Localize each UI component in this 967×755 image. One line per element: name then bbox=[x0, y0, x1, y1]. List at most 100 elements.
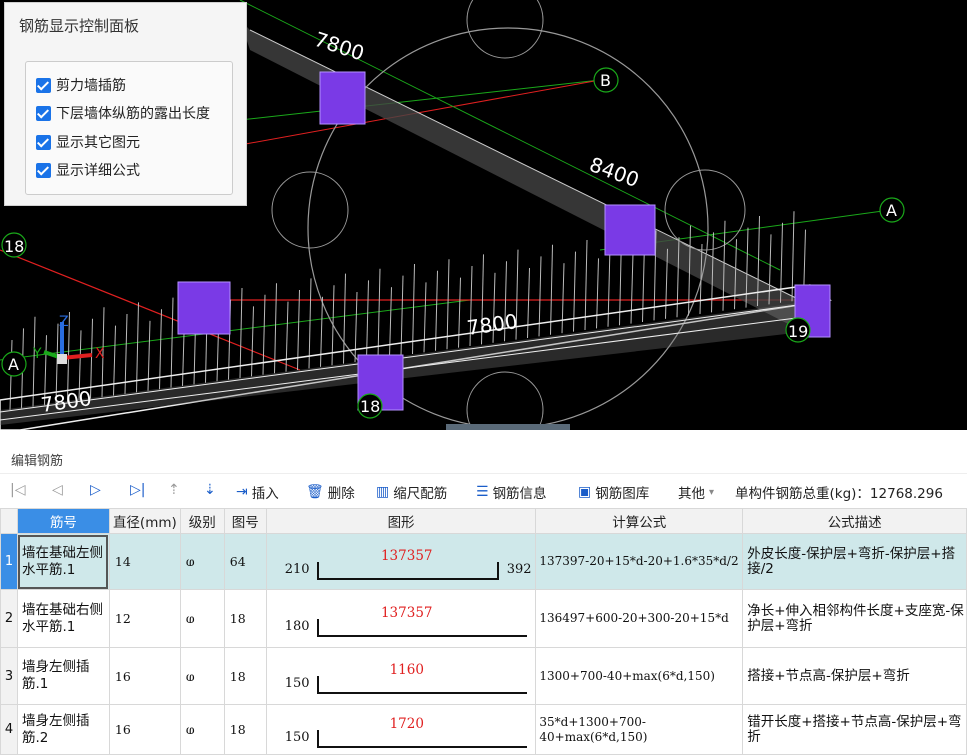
table-header-row: 筋号 直径(mm) 级别 图号 图形 计算公式 公式描述 bbox=[0, 508, 967, 534]
option-show-other-elements[interactable]: 显示其它图元 bbox=[36, 132, 140, 152]
other-dropdown[interactable]: 其他 ▾ bbox=[678, 482, 714, 502]
cell-shape[interactable]: 180 137357 bbox=[265, 589, 537, 648]
table-row[interactable]: 2 墙在基础右侧水平筋.1 12 ⱷ 18 180 137357 136497+… bbox=[0, 589, 967, 648]
shape-left-length[interactable]: 180 bbox=[285, 619, 310, 634]
cell-diameter[interactable]: 14 bbox=[108, 533, 181, 590]
scale-label: 缩尺配筋 bbox=[393, 486, 448, 502]
first-record-button[interactable]: |◁ bbox=[10, 482, 25, 498]
option-label: 显示其它图元 bbox=[56, 135, 140, 151]
row-number[interactable]: 3 bbox=[0, 647, 18, 705]
edit-rebar-panel: 编辑钢筋 |◁ ◁ ▷ ▷| ⇡ ⇣ ⇥ 插入 🗑 删除 ▥ 缩尺配筋 ☰ 钢筋信息 ▣… bbox=[0, 430, 967, 755]
arrow-up-icon: ⇡ bbox=[168, 482, 180, 498]
axis-bubble-a-left: A bbox=[8, 355, 19, 374]
last-record-button[interactable]: ▷| bbox=[130, 482, 145, 498]
cell-diameter[interactable]: 12 bbox=[108, 589, 181, 648]
shape-main-length[interactable]: 1720 bbox=[317, 716, 497, 732]
dim-label-8400: 8400 bbox=[586, 152, 642, 192]
shape-left-length[interactable]: 150 bbox=[285, 730, 310, 745]
checkbox-checked-icon[interactable] bbox=[36, 134, 51, 150]
cell-formula[interactable]: 1300+700-40+max(6*d,150) bbox=[535, 647, 744, 705]
cell-bar-name[interactable]: 墙身左侧插筋.2 bbox=[16, 704, 110, 755]
cell-shape[interactable]: 210 137357 392 bbox=[265, 533, 537, 590]
cell-description[interactable]: 搭接+节点高-保护层+弯折 bbox=[742, 647, 967, 705]
cell-description[interactable]: 错开长度+搭接+节点高-保护层+弯折 bbox=[742, 704, 967, 755]
option-shear-wall-dowel[interactable]: 剪力墙插筋 bbox=[36, 75, 126, 95]
shape-main-length[interactable]: 137357 bbox=[317, 605, 497, 621]
table-row[interactable]: 4 墙身左侧插筋.2 16 ⱷ 18 150 1720 35*d+1300+70… bbox=[0, 704, 967, 755]
header-figure-no[interactable]: 图号 bbox=[223, 508, 267, 534]
panel-title: 钢筋显示控制面板 bbox=[19, 17, 140, 35]
rebar-info-button[interactable]: ☰ 钢筋信息 bbox=[476, 482, 547, 502]
header-corner bbox=[0, 508, 18, 534]
shape-main-length[interactable]: 1160 bbox=[317, 662, 497, 678]
header-formula[interactable]: 计算公式 bbox=[535, 508, 744, 534]
cell-grade[interactable]: ⱷ bbox=[179, 533, 225, 590]
header-diameter[interactable]: 直径(mm) bbox=[108, 508, 181, 534]
library-label: 钢筋图库 bbox=[595, 486, 650, 502]
insert-button[interactable]: ⇥ 插入 bbox=[236, 482, 279, 502]
shape-left-length[interactable]: 150 bbox=[285, 676, 310, 691]
option-show-detail-formula[interactable]: 显示详细公式 bbox=[36, 160, 140, 180]
header-shape[interactable]: 图形 bbox=[265, 508, 537, 534]
table-row[interactable]: 1 墙在基础左侧水平筋.1 14 ⱷ 64 210 137357 392 137… bbox=[0, 533, 967, 590]
option-lower-wall-exposed-length[interactable]: 下层墙体纵筋的露出长度 bbox=[36, 103, 210, 123]
header-grade[interactable]: 级别 bbox=[179, 508, 225, 534]
cell-formula[interactable]: 35*d+1300+700-40+max(6*d,150) bbox=[535, 704, 744, 755]
shape-main-length[interactable]: 137357 bbox=[317, 548, 497, 564]
shape-right-length[interactable]: 392 bbox=[507, 562, 532, 577]
info-list-icon: ☰ bbox=[476, 484, 489, 500]
cell-figure-no[interactable]: 64 bbox=[223, 533, 267, 590]
delete-button[interactable]: 🗑 删除 bbox=[306, 482, 355, 502]
table-row[interactable]: 3 墙身左侧插筋.1 16 ⱷ 18 150 1160 1300+700-40+… bbox=[0, 647, 967, 705]
header-description[interactable]: 公式描述 bbox=[742, 508, 967, 534]
total-weight-readout: 单构件钢筋总重(kg)：12768.296 bbox=[735, 486, 943, 502]
cell-grade[interactable]: ⱷ bbox=[179, 704, 225, 755]
rebar-table: 筋号 直径(mm) 级别 图号 图形 计算公式 公式描述 1 墙在基础左侧水平筋… bbox=[0, 508, 967, 755]
row-number[interactable]: 2 bbox=[0, 589, 18, 648]
row-number[interactable]: 1 bbox=[0, 533, 18, 590]
editor-titlebar: 编辑钢筋 bbox=[0, 430, 967, 474]
cell-figure-no[interactable]: 18 bbox=[223, 704, 267, 755]
skip-last-icon: ▷| bbox=[130, 482, 146, 498]
cell-description[interactable]: 外皮长度-保护层+弯折-保护层+搭接/2 bbox=[742, 533, 967, 590]
rebar-library-button[interactable]: ▣ 钢筋图库 bbox=[578, 482, 649, 502]
cell-description[interactable]: 净长+伸入相邻构件长度+支座宽-保护层+弯折 bbox=[742, 589, 967, 648]
cell-bar-name[interactable]: 墙在基础右侧水平筋.1 bbox=[16, 589, 110, 648]
next-record-button[interactable]: ▷ bbox=[90, 482, 101, 498]
delete-label: 删除 bbox=[327, 486, 355, 502]
cell-bar-name[interactable]: 墙身左侧插筋.1 bbox=[16, 647, 110, 705]
move-down-button[interactable]: ⇣ bbox=[204, 482, 216, 498]
option-label: 下层墙体纵筋的露出长度 bbox=[56, 106, 210, 122]
checkbox-checked-icon[interactable] bbox=[36, 162, 51, 178]
cell-shape[interactable]: 150 1720 bbox=[265, 704, 537, 755]
shape-left-length[interactable]: 210 bbox=[285, 562, 310, 577]
option-label: 剪力墙插筋 bbox=[56, 78, 126, 94]
cell-diameter[interactable]: 16 bbox=[108, 704, 181, 755]
cell-formula[interactable]: 136497+600-20+300-20+15*d bbox=[535, 589, 744, 648]
cell-diameter[interactable]: 16 bbox=[108, 647, 181, 705]
cell-bar-name[interactable]: 墙在基础左侧水平筋.1 bbox=[16, 533, 110, 590]
checkbox-checked-icon[interactable] bbox=[36, 105, 51, 121]
checkbox-checked-icon[interactable] bbox=[36, 77, 51, 93]
info-label: 钢筋信息 bbox=[492, 486, 547, 502]
cell-shape[interactable]: 150 1160 bbox=[265, 647, 537, 705]
header-bar-no[interactable]: 筋号 bbox=[16, 508, 110, 534]
cell-figure-no[interactable]: 18 bbox=[223, 589, 267, 648]
rebar-display-control-panel: 钢筋显示控制面板 剪力墙插筋 下层墙体纵筋的露出长度 显示其它图元 显示详细公式 bbox=[4, 2, 247, 206]
axis-bubble-b: B bbox=[600, 71, 611, 90]
cell-grade[interactable]: ⱷ bbox=[179, 589, 225, 648]
axis-z-label: Z bbox=[59, 314, 69, 330]
cell-figure-no[interactable]: 18 bbox=[223, 647, 267, 705]
prev-record-button[interactable]: ◁ bbox=[52, 482, 63, 498]
move-up-button[interactable]: ⇡ bbox=[168, 482, 180, 498]
row-number[interactable]: 4 bbox=[0, 704, 18, 755]
arrow-down-icon: ⇣ bbox=[204, 482, 216, 498]
cell-formula[interactable]: 137397-20+15*d-20+1.6*35*d/2 bbox=[535, 533, 744, 590]
cell-grade[interactable]: ⱷ bbox=[179, 647, 225, 705]
scale-rebar-button[interactable]: ▥ 缩尺配筋 bbox=[376, 482, 447, 502]
trash-icon: 🗑 bbox=[306, 484, 324, 500]
3d-viewport[interactable]: 7800 8400 7800 7800 B A A 18 18 19 Z X Y… bbox=[0, 0, 967, 430]
axis-y-label: Y bbox=[32, 346, 42, 362]
axis-bubble-18-left: 18 bbox=[4, 237, 24, 256]
shape-graphic bbox=[316, 676, 527, 694]
